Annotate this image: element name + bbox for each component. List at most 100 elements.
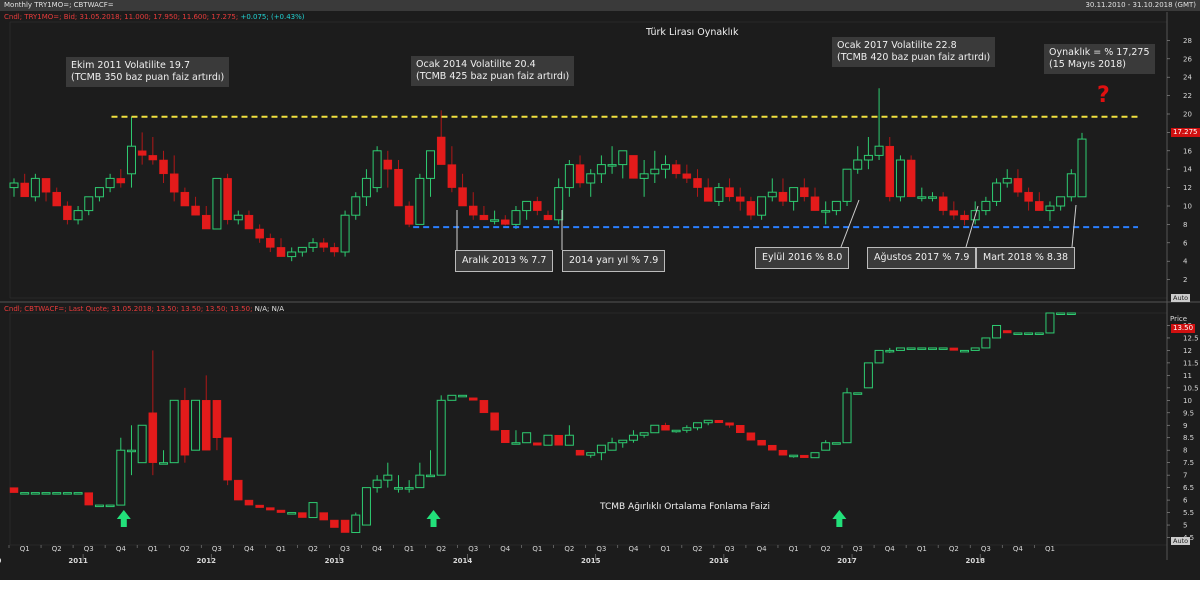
x-quarter-label: Q4 xyxy=(372,545,383,553)
annotation-line: Oynaklık = % 17,275 xyxy=(1049,47,1150,58)
top-ytick-label: 10 xyxy=(1183,203,1192,211)
annotation-ocak-2014: Ocak 2014 Volatilite 20.4 (TCMB 425 baz … xyxy=(411,56,575,86)
top-candle-up xyxy=(586,173,596,184)
annotation-connector xyxy=(840,199,860,248)
top-candle-down xyxy=(20,182,29,198)
top-candle-up xyxy=(757,196,767,216)
top-candle-down xyxy=(468,205,478,216)
bottom-ytick-label: 12.5 xyxy=(1183,334,1199,342)
top-candle-down xyxy=(436,136,446,165)
top-candle-down xyxy=(191,205,200,216)
bottom-legend-na: N/A; N/A xyxy=(254,305,285,313)
top-auto-button[interactable]: Auto xyxy=(1171,294,1191,302)
low-eylul-2016: Eylül 2016 % 8.0 xyxy=(755,247,850,269)
top-candle-up xyxy=(126,145,136,175)
top-candle-down xyxy=(404,205,414,225)
x-quarter-label: Q3 xyxy=(596,545,606,553)
x-quarter-label: Q2 xyxy=(821,545,831,553)
x-year-label: 2016 xyxy=(709,557,729,565)
top-candle-up xyxy=(863,154,873,161)
bottom-candle-up xyxy=(436,399,446,476)
bottom-candle-up xyxy=(543,434,553,446)
top-candle-up xyxy=(212,177,222,230)
top-candle-down xyxy=(201,214,211,230)
top-ytick-label: 4 xyxy=(1183,258,1188,266)
top-candle-down xyxy=(746,201,756,216)
bottom-candle-up xyxy=(137,424,147,464)
bottom-ytick-label: 8 xyxy=(1183,447,1187,455)
top-candle-up xyxy=(1045,205,1055,212)
top-candle-up xyxy=(233,214,243,221)
top-candle-down xyxy=(148,155,158,161)
x-quarter-label: Q4 xyxy=(500,545,511,553)
bottom-candle-up xyxy=(628,434,638,441)
top-candle-down xyxy=(949,210,959,216)
bottom-candle-up xyxy=(596,444,606,454)
bottom-candle-up xyxy=(1024,332,1034,335)
bottom-candle-up xyxy=(789,454,799,458)
bottom-candle-up xyxy=(586,452,596,456)
annotation-line: Ekim 2011 Volatilite 19.7 xyxy=(71,60,191,71)
top-candle-down xyxy=(575,164,585,184)
top-candle-up xyxy=(1077,138,1087,198)
top-candle-down xyxy=(244,214,254,230)
bottom-candle-up xyxy=(1013,332,1023,335)
x-year-label: 2012 xyxy=(196,557,216,565)
bottom-candle-up xyxy=(62,492,72,495)
top-ytick-label: 12 xyxy=(1183,184,1192,192)
bottom-candle-down xyxy=(949,347,959,351)
bottom-candle-up xyxy=(639,432,649,436)
bottom-ytick-label: 7.5 xyxy=(1183,459,1194,467)
bottom-ytick-label: 7 xyxy=(1183,472,1187,480)
top-price-tag: 17.275 xyxy=(1171,128,1200,137)
bottom-ytick-label: 6 xyxy=(1183,497,1188,505)
bottom-candle-up xyxy=(810,452,820,459)
annotation-line: (TCMB 420 baz puan faiz artırdı) xyxy=(837,52,991,63)
bottom-candle-up xyxy=(842,392,852,444)
bottom-candle-down xyxy=(778,449,788,456)
bottom-legend: Cndl; CBTWACF=; Last Quote; 31.05.2018; … xyxy=(4,305,284,313)
x-quarter-label: Q1 xyxy=(532,545,542,553)
bottom-candle-up xyxy=(511,442,521,445)
low-agustos-2017: Ağustos 2017 % 7.9 xyxy=(867,247,977,269)
top-candle-down xyxy=(725,187,734,198)
top-candle-up xyxy=(30,177,40,198)
top-candle-up xyxy=(84,196,94,212)
top-candle-up xyxy=(522,200,532,212)
x-year-label: 2015 xyxy=(581,557,601,565)
bottom-ytick-label: 5 xyxy=(1183,522,1187,530)
low-aralik-2013: Aralık 2013 % 7.7 xyxy=(455,250,554,272)
x-year-label: 2010 xyxy=(0,557,1,565)
bottom-candle-up xyxy=(917,347,927,350)
bottom-candle-up xyxy=(874,349,884,364)
chart-window: Monthly TRY1MO=; CBTWACF= 30.11.2010 - 3… xyxy=(0,0,1200,580)
top-candle-up xyxy=(895,159,905,198)
x-quarter-label: Q2 xyxy=(436,545,446,553)
top-candle-up xyxy=(831,200,841,212)
bottom-candle-up xyxy=(404,487,414,490)
top-ytick-label: 24 xyxy=(1183,74,1192,82)
bottom-candle-down xyxy=(212,400,222,438)
x-quarter-label: Q1 xyxy=(917,545,927,553)
top-candle-down xyxy=(800,187,809,198)
top-candle-up xyxy=(308,242,318,248)
top-candle-down xyxy=(533,201,542,211)
bottom-auto-button[interactable]: Auto xyxy=(1171,537,1191,545)
x-quarter-label: Q3 xyxy=(340,545,350,553)
top-candle-down xyxy=(330,247,339,253)
bottom-candle-up xyxy=(564,434,574,446)
top-candle-up xyxy=(917,196,927,199)
bottom-ytick-label: 9.5 xyxy=(1183,409,1194,417)
top-candle-down xyxy=(52,191,61,207)
bottom-price-tag: 13.50 xyxy=(1171,324,1196,333)
bottom-candle-up xyxy=(927,347,937,350)
x-quarter-label: Q4 xyxy=(244,545,255,553)
bottom-candle-up xyxy=(885,349,895,353)
bottom-candle-up xyxy=(20,492,30,495)
top-ytick-label: 8 xyxy=(1183,221,1187,229)
bottom-candle-up xyxy=(383,474,393,481)
bottom-candle-up xyxy=(191,399,201,451)
x-quarter-label: Q4 xyxy=(885,545,896,553)
top-chart-title: Türk Lirası Oynaklık xyxy=(646,27,739,38)
x-quarter-label: Q4 xyxy=(1013,545,1024,553)
